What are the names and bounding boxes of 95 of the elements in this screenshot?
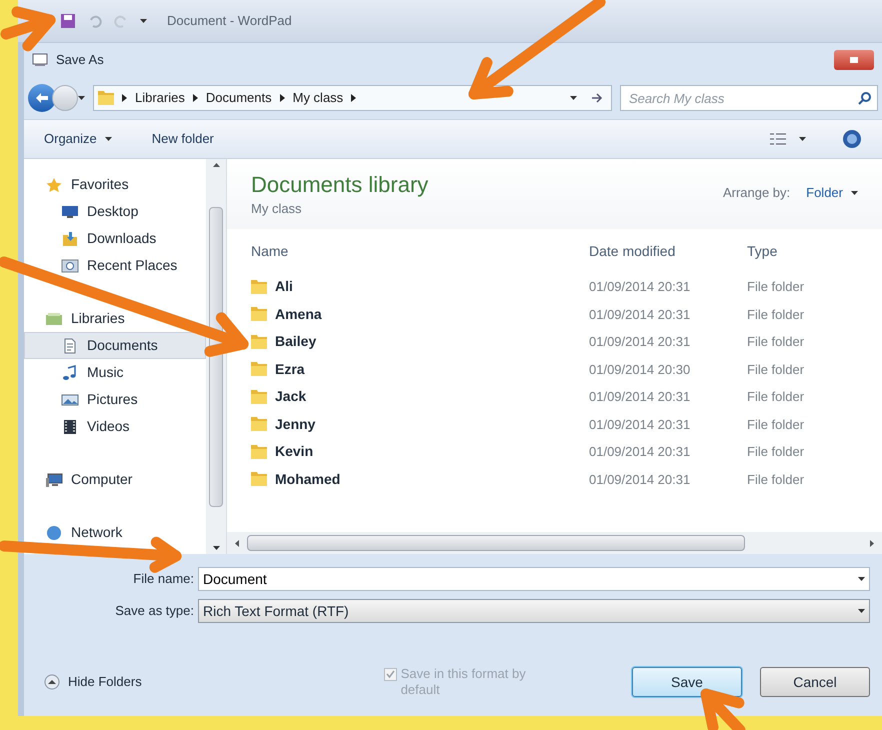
- chevron-icon[interactable]: [280, 94, 285, 102]
- breadcrumb-item[interactable]: Libraries: [135, 88, 185, 108]
- folder-row[interactable]: Amena 01/09/2014 20:31 File folder: [227, 300, 882, 328]
- close-icon: [849, 56, 859, 64]
- scroll-left-icon[interactable]: [235, 540, 239, 546]
- field-label: File name:: [132, 570, 194, 588]
- folder-row[interactable]: Kevin 01/09/2014 20:31 File folder: [227, 438, 882, 466]
- address-bar[interactable]: Libraries Documents My class: [93, 85, 612, 111]
- folder-icon: [251, 307, 267, 322]
- sidebar-item[interactable]: Computer: [24, 466, 206, 493]
- view-caret-icon: [799, 137, 806, 141]
- sidebar-item[interactable]: Desktop: [24, 198, 206, 225]
- sidebar-item[interactable]: Network: [24, 519, 206, 546]
- organize-menu[interactable]: Organize: [44, 129, 112, 149]
- folder-icon: [251, 472, 267, 486]
- search-icon: [858, 91, 872, 105]
- folder-row[interactable]: Ali 01/09/2014 20:31 File folder: [227, 273, 882, 300]
- save-type-dropdown[interactable]: Rich Text Format (RTF): [198, 599, 870, 623]
- folder-row[interactable]: Jenny 01/09/2014 20:31 File folder: [227, 410, 882, 438]
- library-subtitle: My class: [251, 200, 303, 218]
- search-field[interactable]: Search My class: [620, 85, 878, 111]
- folder-icon: [251, 362, 267, 376]
- sidebar-item[interactable]: Videos: [24, 413, 206, 440]
- folder-row[interactable]: Ezra 01/09/2014 20:30 File folder: [227, 356, 882, 383]
- collapse-icon: [44, 674, 60, 690]
- library-title: Documents library: [251, 171, 428, 198]
- sidebar-item[interactable]: Music: [24, 359, 206, 386]
- forward-button[interactable]: [52, 85, 78, 111]
- scroll-up-icon[interactable]: [212, 163, 220, 167]
- monitor-icon: [61, 204, 79, 220]
- sidebar-item[interactable]: Pictures: [24, 386, 206, 413]
- scroll-right-icon[interactable]: [870, 540, 874, 546]
- chevron-icon[interactable]: [122, 94, 127, 102]
- library-icon: [45, 310, 63, 326]
- scroll-thumb[interactable]: [247, 535, 745, 551]
- column-header[interactable]: Type: [747, 240, 778, 262]
- folder-icon: [98, 91, 114, 105]
- check-icon: [386, 670, 395, 679]
- column-header[interactable]: Name: [251, 240, 589, 262]
- save-icon[interactable]: [60, 13, 76, 29]
- sidebar-item[interactable]: Libraries: [24, 305, 206, 332]
- field-label: Save as type:: [114, 602, 194, 620]
- window-title: Document - WordPad: [167, 12, 292, 30]
- back-arrow-icon: [35, 92, 49, 104]
- folder-icon: [251, 444, 267, 459]
- dialog-title: Save As: [56, 51, 104, 70]
- dropdown-caret-icon: [104, 137, 112, 141]
- breadcrumb-item[interactable]: Documents: [206, 88, 272, 108]
- breadcrumb-item[interactable]: My class: [292, 88, 344, 108]
- chevron-icon[interactable]: [192, 94, 198, 102]
- new-folder-button[interactable]: New folder: [152, 129, 214, 149]
- arrange-dropdown[interactable]: Folder: [806, 183, 858, 202]
- folder-row[interactable]: Bailey 01/09/2014 20:31 File folder: [227, 328, 882, 356]
- folder-icon: [251, 390, 267, 404]
- close-button[interactable]: [834, 50, 874, 70]
- vertical-scrollbar[interactable]: [206, 159, 226, 554]
- folder-icon: [251, 334, 267, 349]
- help-icon[interactable]: [842, 129, 862, 149]
- dropdown-caret-icon: [858, 609, 865, 613]
- dialog-icon: [32, 53, 48, 67]
- dialog-button[interactable]: Save: [632, 667, 742, 697]
- hide-folders-button[interactable]: Hide Folders: [44, 672, 142, 692]
- folder-row[interactable]: Mohamed 01/09/2014 20:31 File folder: [227, 466, 882, 493]
- horizontal-scrollbar[interactable]: [227, 532, 882, 554]
- sidebar-item[interactable]: Documents: [24, 332, 206, 359]
- file-name-field[interactable]: Document: [198, 567, 870, 591]
- folder-icon: [251, 280, 267, 294]
- customize-caret-icon: [140, 19, 147, 23]
- scroll-thumb[interactable]: [209, 206, 223, 506]
- chevron-icon[interactable]: [351, 94, 356, 102]
- sidebar-item[interactable]: Favorites: [24, 171, 206, 198]
- dropdown-caret-icon: [851, 190, 858, 195]
- music-note-icon: [61, 364, 79, 380]
- dialog-button[interactable]: Cancel: [760, 667, 870, 697]
- download-folder-icon: [61, 230, 79, 246]
- checkbox-label: Save in this format by default: [400, 666, 527, 698]
- star-icon: [45, 176, 63, 192]
- film-icon: [61, 418, 79, 434]
- column-header[interactable]: Date modified: [589, 240, 747, 262]
- refresh-icon[interactable]: [589, 91, 603, 105]
- recent-places-icon: [61, 258, 79, 274]
- pictures-icon: [61, 392, 79, 408]
- history-caret-icon: [78, 96, 85, 100]
- computer-icon: [45, 472, 63, 488]
- address-caret-icon: [570, 96, 577, 100]
- sidebar-item[interactable]: Downloads: [24, 225, 206, 252]
- folder-icon: [251, 417, 267, 432]
- network-icon: [47, 526, 61, 540]
- sidebar-item[interactable]: Recent Places: [24, 252, 206, 279]
- back-button[interactable]: [28, 84, 56, 112]
- view-icon[interactable]: [769, 132, 787, 146]
- dropdown-caret-icon: [858, 577, 865, 581]
- scroll-down-icon: [212, 546, 220, 550]
- folder-row[interactable]: Jack 01/09/2014 20:31 File folder: [227, 383, 882, 410]
- arrange-label: Arrange by:: [722, 184, 790, 202]
